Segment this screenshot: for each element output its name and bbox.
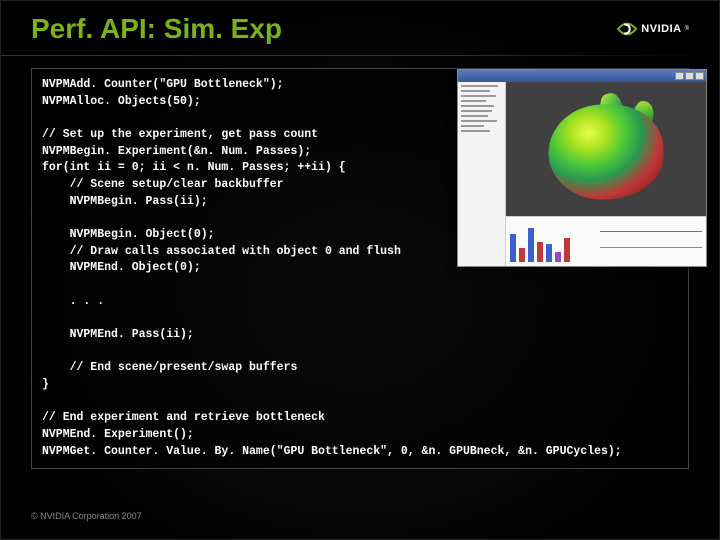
sidebar-row (461, 115, 488, 117)
window-body (458, 82, 706, 266)
trend-graph (596, 217, 706, 266)
sidebar-row (461, 90, 490, 92)
render-viewport (506, 82, 706, 216)
sidebar-row (461, 130, 490, 132)
trend-line (600, 231, 702, 232)
sidebar-row (461, 100, 486, 102)
slide: Perf. API: Sim. Exp NVIDIA® NVPMAdd. Cou… (0, 0, 720, 540)
sidebar-row (461, 125, 484, 127)
bar (528, 228, 534, 262)
nvidia-logo: NVIDIA ® (616, 20, 689, 38)
metrics-panel (506, 216, 706, 266)
logo-text: NVIDIA (641, 23, 681, 35)
sidebar-row (461, 120, 497, 122)
slide-title: Perf. API: Sim. Exp (31, 13, 282, 45)
bar (555, 252, 561, 262)
max-icon (685, 72, 694, 80)
copyright-text: © NVIDIA Corporation 2007 (31, 511, 142, 521)
bar (510, 234, 516, 262)
close-icon (695, 72, 704, 80)
logo-registered: ® (685, 26, 689, 32)
bar-chart (506, 217, 596, 266)
sidebar-row (461, 110, 492, 112)
sidebar-panel (458, 82, 506, 266)
main-panel (506, 82, 706, 266)
sidebar-row (461, 105, 494, 107)
bar (519, 248, 525, 262)
bar (564, 238, 570, 262)
bar (546, 244, 552, 262)
sidebar-row (461, 95, 496, 97)
nvidia-eye-icon (616, 20, 638, 38)
title-bar: Perf. API: Sim. Exp NVIDIA ® (1, 1, 719, 51)
sidebar-row (461, 85, 498, 87)
trend-line (600, 247, 702, 248)
perfhud-screenshot (457, 69, 707, 267)
bar (537, 242, 543, 262)
min-icon (675, 72, 684, 80)
stanford-bunny (549, 104, 664, 199)
title-divider (1, 55, 719, 56)
window-titlebar (458, 70, 706, 82)
